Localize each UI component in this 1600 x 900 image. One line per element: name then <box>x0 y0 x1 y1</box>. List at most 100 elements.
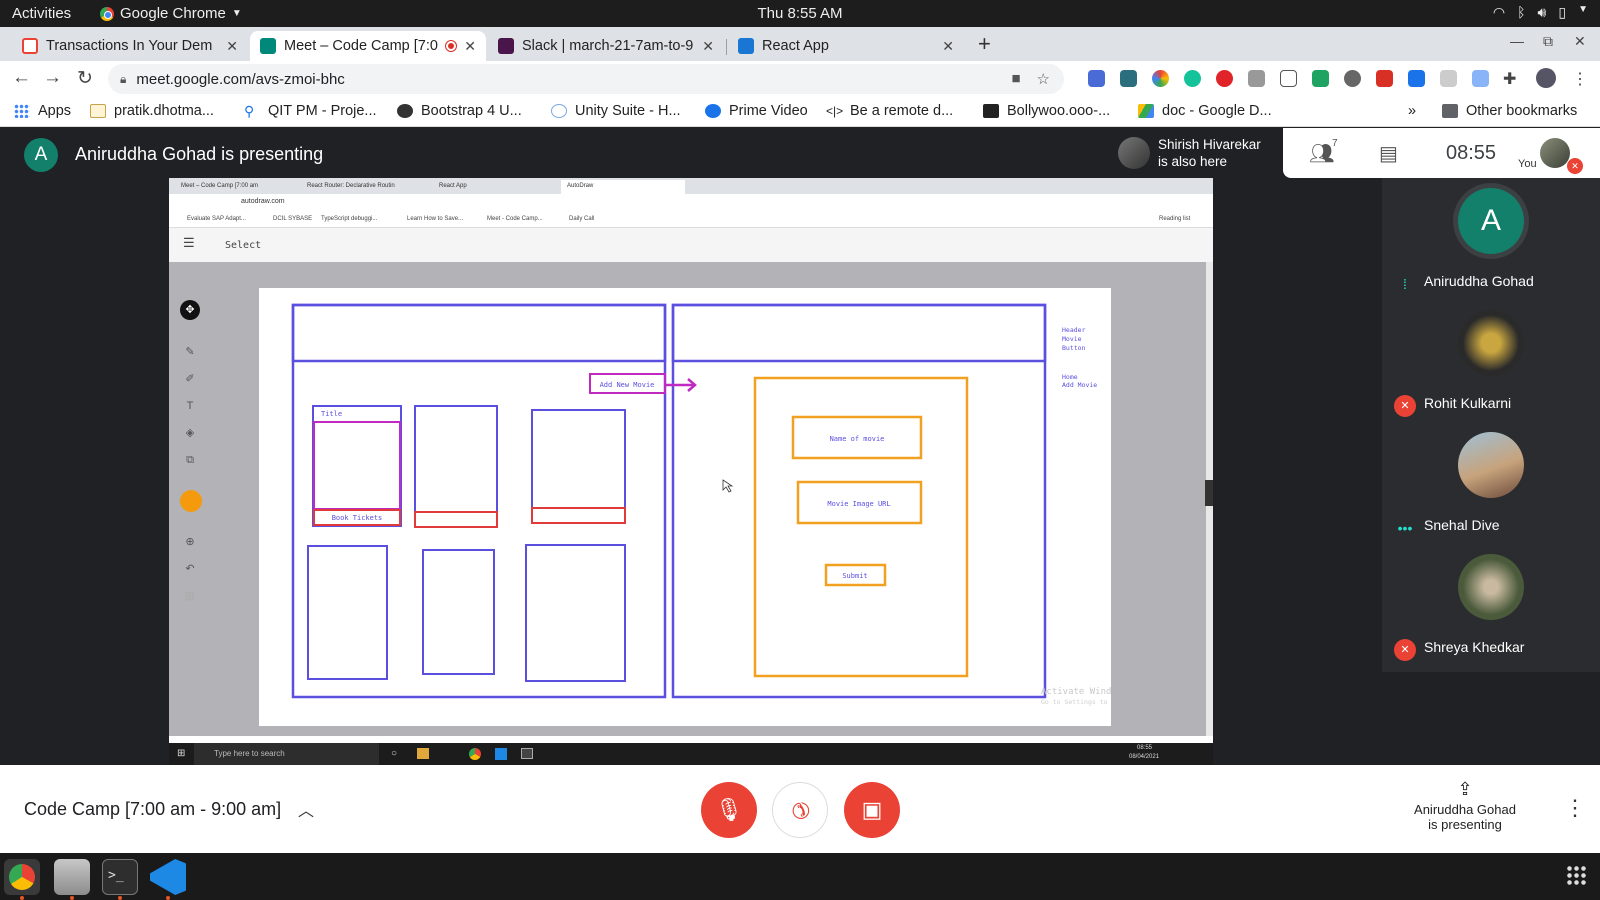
bookmark-item[interactable]: <|> Be a remote d... <box>826 103 953 119</box>
leave-call-button[interactable]: ✆ <box>772 782 828 838</box>
participant-tile[interactable]: ✕ Rohit Kulkarni <box>1382 300 1600 422</box>
bookmarks-overflow-button[interactable]: » <box>1408 103 1416 119</box>
participant-tile[interactable]: ••• Snehal Dive <box>1382 422 1600 544</box>
avatar <box>1118 137 1150 169</box>
remote-tab: Meet – Code Camp [7:00 am <box>181 183 259 189</box>
remote-bookmark: Learn How to Save... <box>407 216 464 222</box>
wireframe-drawing: Add New Movie Title Book Tickets Name of… <box>291 303 1178 706</box>
remote-bookmark: Evaluate SAP Adapt... <box>187 216 246 222</box>
chat-icon[interactable]: ▤ <box>1379 141 1398 166</box>
back-button[interactable]: ← <box>12 67 31 89</box>
bookmark-item[interactable]: Bollywoo.ooo-... <box>983 103 1110 119</box>
left-header-box <box>291 303 667 363</box>
camera-off-icon: ▣ <box>861 797 883 822</box>
activate-windows-watermark: Activate Windows <box>1041 687 1111 697</box>
browser-tab-active[interactable]: Meet – Code Camp [7:0 ✕ <box>250 31 486 61</box>
extension-icon[interactable] <box>1152 70 1169 87</box>
close-icon[interactable]: ✕ <box>464 38 476 55</box>
windows-start-icon: ⊞ <box>177 748 186 759</box>
remote-reading-list: Reading list <box>1159 216 1191 222</box>
extension-icon[interactable] <box>1216 70 1233 87</box>
close-icon[interactable]: ✕ <box>702 38 714 55</box>
browser-tab[interactable]: Transactions In Your Dem ✕ <box>12 31 248 61</box>
also-here-tile[interactable]: Shirish Hivarekar is also here <box>1112 128 1282 178</box>
reload-button[interactable]: ↻ <box>77 67 93 90</box>
camera-toggle-button[interactable]: ▣ <box>844 782 900 838</box>
participant-tile[interactable]: A ⁞ Aniruddha Gohad <box>1382 178 1600 300</box>
other-bookmarks[interactable]: Other bookmarks <box>1442 103 1577 119</box>
bookmark-item[interactable]: Prime Video <box>705 103 808 119</box>
restore-window-button[interactable]: ⧉ <box>1543 33 1553 50</box>
system-tray[interactable]: ◠ ᛒ 🔊︎ ▯ ▼ <box>1493 4 1588 21</box>
extension-icon[interactable] <box>1312 70 1329 87</box>
extension-icon[interactable] <box>1440 70 1457 87</box>
meet-info-panel: 👥︎ 7 ▤ 08:55 You ✕ <box>1283 128 1600 178</box>
extension-icon[interactable] <box>1472 70 1489 87</box>
profile-avatar[interactable] <box>1536 68 1556 88</box>
forward-button[interactable]: → <box>43 67 62 89</box>
react-icon <box>738 38 754 54</box>
menu-icon: ☰ <box>183 236 195 251</box>
bookmark-star-icon[interactable]: ☆ <box>1037 70 1050 88</box>
bookmark-item[interactable]: pratik.dhotma... <box>90 103 214 119</box>
close-icon[interactable]: ✕ <box>226 38 238 55</box>
tab-title: React App <box>762 38 829 54</box>
participant-tile[interactable]: ✕ Shreya Khedkar <box>1382 544 1600 666</box>
movie-card <box>422 549 495 675</box>
meeting-details-button[interactable]: Code Camp [7:00 am - 9:00 am] <box>24 799 281 820</box>
activate-windows-subtext: Go to Settings to activate Windows. <box>1041 698 1111 706</box>
bookmark-item[interactable]: ⚲ QIT PM - Proje... <box>244 103 377 119</box>
browser-toolbar: ← → ↻ 🔒︎ meet.google.com/avs-zmoi-bhc ■ … <box>0 61 1600 97</box>
extension-icon[interactable] <box>1120 70 1137 87</box>
bookmark-apps[interactable]: Apps <box>14 103 71 119</box>
delete-icon: ▥ <box>184 590 196 602</box>
minimize-window-button[interactable]: — <box>1510 33 1524 49</box>
browser-tab[interactable]: React App ✕ <box>728 31 964 61</box>
autodraw-toolbar: ✥ ✎ ✐ T ◈ ⧉ ⊕ ↶ ▥ <box>169 262 219 736</box>
chevron-down-icon: ▼ <box>231 8 242 19</box>
close-icon[interactable]: ✕ <box>942 38 954 55</box>
extension-icon[interactable] <box>1280 70 1297 87</box>
people-icon[interactable]: 👥︎ <box>1309 141 1334 166</box>
shape-icon: ⧉ <box>186 454 194 466</box>
bookmark-label: Be a remote d... <box>850 103 954 119</box>
self-avatar[interactable] <box>1540 138 1570 168</box>
participants-panel: A ⁞ Aniruddha Gohad ✕ Rohit Kulkarni •••… <box>1382 178 1600 672</box>
activities-button[interactable]: Activities <box>12 5 71 22</box>
new-tab-button[interactable]: + <box>978 31 991 57</box>
remote-bookmark: DCIL SYBASE <box>273 216 313 222</box>
show-applications-icon[interactable] <box>1566 865 1588 887</box>
bookmark-item[interactable]: Bootstrap 4 U... <box>397 103 522 119</box>
bookmark-label: doc - Google D... <box>1162 103 1272 119</box>
chevron-up-icon[interactable]: ︿ <box>298 797 314 821</box>
participant-name: Rohit Kulkarni <box>1424 395 1512 411</box>
extension-icon[interactable] <box>1088 70 1105 87</box>
mic-toggle-button[interactable]: 🎙︎ <box>701 782 757 838</box>
close-window-button[interactable]: ✕ <box>1574 33 1586 50</box>
camera-icon[interactable]: ■ <box>1011 70 1020 88</box>
app-menu[interactable]: Google Chrome ▼ <box>100 5 242 22</box>
dock-files-icon[interactable] <box>54 859 90 895</box>
dock-terminal-icon[interactable]: >_ <box>102 859 138 895</box>
extension-icon[interactable] <box>1408 70 1425 87</box>
bookmark-item[interactable]: doc - Google D... <box>1138 103 1272 119</box>
system-top-bar: Activities Google Chrome ▼ Thu 8:55 AM ◠… <box>0 0 1600 27</box>
code-icon: <|> <box>826 104 844 118</box>
dock-chrome-icon[interactable] <box>4 859 40 895</box>
more-options-icon[interactable]: ⋮ <box>1564 795 1586 821</box>
participant-name: Shreya Khedkar <box>1424 639 1525 655</box>
dock-vscode-icon[interactable] <box>150 859 186 895</box>
bookmark-item[interactable]: Unity Suite - H... <box>551 103 681 119</box>
autodraw-paper: Add New Movie Title Book Tickets Name of… <box>259 288 1178 726</box>
extension-icon[interactable] <box>1184 70 1201 87</box>
extension-icon[interactable] <box>1248 70 1265 87</box>
extension-icon[interactable] <box>1344 70 1361 87</box>
address-bar[interactable]: 🔒︎ meet.google.com/avs-zmoi-bhc ■ ☆ <box>108 64 1064 94</box>
browser-tab[interactable]: Slack | march-21-7am-to-9 ✕ <box>488 31 724 61</box>
present-now-button[interactable]: ⇪ Aniruddha Gohad is presenting <box>1395 779 1535 832</box>
globe-icon <box>397 104 413 118</box>
extensions-puzzle-icon[interactable]: ✚ <box>1503 69 1516 89</box>
extension-icon[interactable] <box>1376 70 1393 87</box>
taskbar-terminal-icon <box>521 748 533 759</box>
chrome-menu-icon[interactable]: ⋮ <box>1572 69 1588 89</box>
